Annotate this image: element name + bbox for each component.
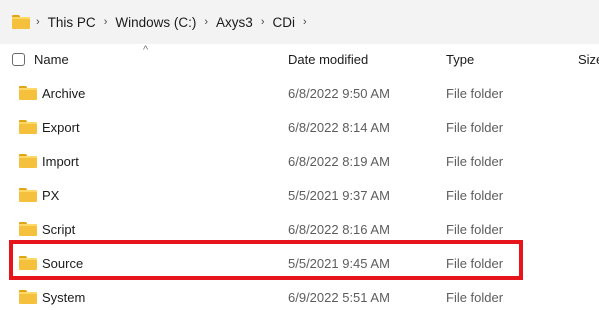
chevron-right-icon[interactable]: › — [261, 16, 265, 28]
file-name: Export — [42, 120, 80, 135]
breadcrumb-this-pc[interactable]: This PC — [48, 15, 96, 30]
chevron-right-icon[interactable]: › — [303, 16, 307, 28]
date-modified: 5/5/2021 9:37 AM — [288, 188, 390, 203]
list-item-export[interactable]: Export 6/8/2022 8:14 AM File folder — [0, 110, 599, 144]
file-type: File folder — [446, 222, 504, 237]
file-name: Import — [42, 154, 79, 169]
file-name: Archive — [42, 86, 86, 101]
breadcrumb-axys3[interactable]: Axys3 — [216, 15, 253, 30]
column-header-size[interactable]: Size — [578, 52, 599, 67]
highlight-box — [9, 240, 523, 280]
breadcrumb: › This PC › Windows (C:) › Axys3 › CDi › — [12, 12, 315, 32]
file-type: File folder — [446, 154, 504, 169]
folder-icon — [12, 15, 30, 29]
folder-icon — [19, 188, 37, 202]
sort-ascending-icon: ^ — [143, 44, 149, 56]
breadcrumb-cdi[interactable]: CDi — [272, 15, 295, 30]
date-modified: 6/8/2022 8:16 AM — [288, 222, 390, 237]
file-type: File folder — [446, 188, 504, 203]
chevron-right-icon[interactable]: › — [36, 16, 40, 28]
file-type: File folder — [446, 86, 504, 101]
list-item-system[interactable]: System 6/9/2022 5:51 AM File folder — [0, 280, 599, 310]
file-type: File folder — [446, 290, 504, 305]
list-item-import[interactable]: Import 6/8/2022 8:19 AM File folder — [0, 144, 599, 178]
folder-icon — [19, 120, 37, 134]
date-modified: 6/8/2022 8:19 AM — [288, 154, 390, 169]
chevron-right-icon[interactable]: › — [204, 16, 208, 28]
file-name: Script — [42, 222, 76, 237]
column-header-type[interactable]: Type — [446, 52, 474, 67]
address-bar[interactable]: › This PC › Windows (C:) › Axys3 › CDi › — [0, 0, 599, 44]
folder-icon — [19, 222, 37, 236]
column-header-row: ^ Name Date modified Type Size — [0, 44, 599, 74]
date-modified: 6/8/2022 9:50 AM — [288, 86, 390, 101]
chevron-right-icon[interactable]: › — [104, 16, 108, 28]
folder-icon — [19, 290, 37, 304]
select-all-checkbox[interactable] — [12, 53, 25, 66]
file-type: File folder — [446, 120, 504, 135]
date-modified: 6/9/2022 5:51 AM — [288, 290, 390, 305]
column-header-name[interactable]: Name — [34, 52, 69, 67]
list-item-px[interactable]: PX 5/5/2021 9:37 AM File folder — [0, 178, 599, 212]
list-item-archive[interactable]: Archive 6/8/2022 9:50 AM File folder — [0, 76, 599, 110]
folder-icon — [19, 154, 37, 168]
file-name: System — [42, 290, 86, 305]
column-header-date-modified[interactable]: Date modified — [288, 52, 368, 67]
date-modified: 6/8/2022 8:14 AM — [288, 120, 390, 135]
folder-icon — [19, 86, 37, 100]
file-name: PX — [42, 188, 60, 203]
breadcrumb-windows-c[interactable]: Windows (C:) — [115, 15, 196, 30]
